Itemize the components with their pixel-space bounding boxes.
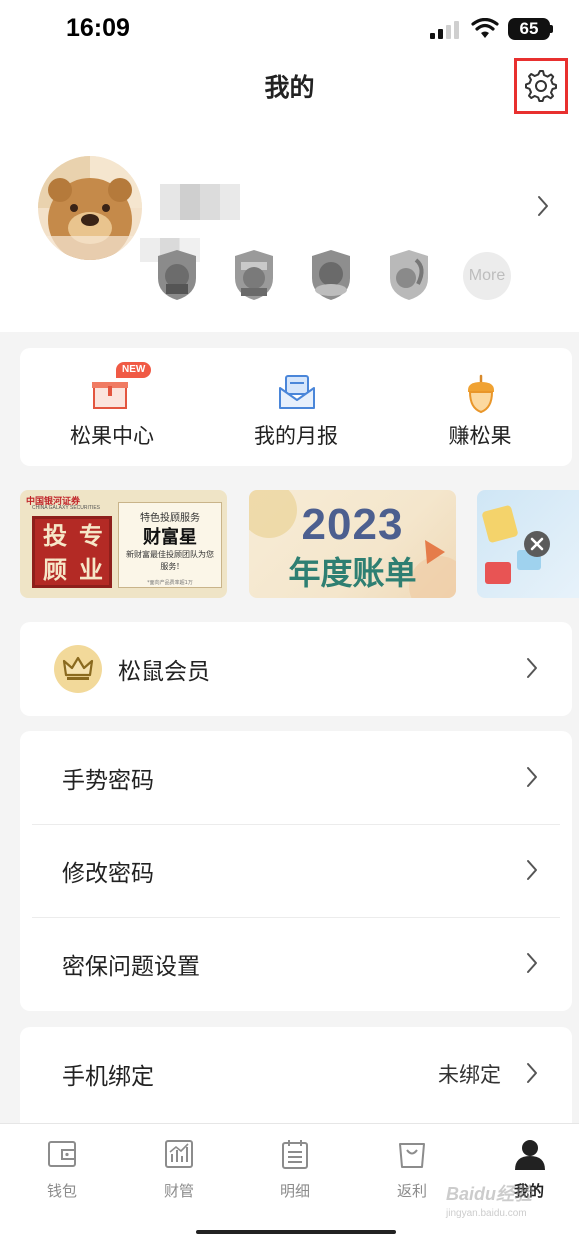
more-badges-button[interactable]: More [463,252,511,300]
tab-details[interactable]: 明细 [237,1124,353,1234]
row-label: 手势密码 [62,768,154,794]
annual-bill-title: 年度账单 [288,554,417,592]
quick-action-pinecone-center[interactable]: NEW 松果中心 [20,348,204,466]
change-password-row[interactable]: 修改密码 [20,824,572,917]
tab-wealth[interactable]: 财管 [121,1124,237,1234]
chart-icon [165,1140,193,1168]
squirrel-badge-2-icon[interactable] [231,248,277,302]
page-title: 我的 [264,73,315,102]
row-label: 手机绑定 [62,1064,154,1090]
acorn-icon [468,374,494,414]
bear-avatar-image [38,156,142,260]
vip-label: 松鼠会员 [118,659,210,685]
seal-char: 业 [79,556,103,584]
vip-membership-row[interactable]: 松鼠会员 [20,622,572,716]
banner-paper-card: 特色投顾服务 财富星 新财富最佳投顾团队为您服务! *面向产品费率超1万 [118,502,222,588]
username-blurred [160,184,240,220]
status-time: 16:09 [66,14,130,42]
chevron-right-icon [538,196,548,216]
squirrel-badge-1-icon[interactable] [154,248,200,302]
chevron-right-icon [527,860,537,880]
list-icon [282,1140,308,1169]
settings-button[interactable] [514,58,568,114]
quick-action-monthly-report[interactable]: 我的月报 [204,348,388,466]
user-icon [515,1140,545,1170]
battery-tip [550,25,553,33]
gear-icon [525,70,557,102]
galaxy-logo-english: CHINA GALAXY SECURITIES [32,505,100,511]
crown-icon [62,656,94,680]
phone-binding-row[interactable]: 手机绑定 未绑定 [20,1027,572,1120]
gesture-password-row[interactable]: 手势密码 [20,731,572,824]
close-icon [530,537,544,551]
tab-wallet[interactable]: 钱包 [4,1124,120,1234]
quick-action-label: 我的月报 [254,424,338,448]
row-label: 密保问题设置 [62,954,200,980]
page-header: 我的 [0,58,579,118]
squirrel-badge-4-icon[interactable] [386,248,432,302]
annual-year: 2023 [301,500,404,549]
watermark-text: Baidu经验 [446,1184,533,1204]
security-settings-card: 手势密码 修改密码 密保问题设置 [20,731,572,1011]
status-bar: 16:09 65 [0,0,579,58]
phone-binding-card: 手机绑定 未绑定 [20,1027,572,1137]
tab-label: 钱包 [46,1182,77,1200]
row-label: 修改密码 [62,861,154,887]
phone-binding-status: 未绑定 [438,1063,501,1087]
seal-char: 专 [79,522,103,550]
annual-bill-banner[interactable]: 2023 年度账单 [249,490,456,598]
seal-char: 投 [43,522,67,550]
chevron-right-icon [527,1063,537,1083]
battery-indicator: 65 [508,18,550,40]
home-indicator [196,1230,396,1234]
watermark-subtext: jingyan.baidu.com [446,1208,527,1219]
security-question-row[interactable]: 密保问题设置 [20,917,572,1010]
banner-line-1: 特色投顾服务 [140,513,200,524]
tab-label: 明细 [279,1182,310,1200]
galaxy-securities-banner[interactable]: 中国银河证券 CHINA GALAXY SECURITIES 投 专 顾 业 特… [20,490,227,598]
quick-actions-card: NEW 松果中心 我的月报 赚松果 [20,348,572,466]
seal-char: 顾 [43,556,67,584]
banner-note: *面向产品费率超1万 [147,580,193,586]
quick-action-label: 松果中心 [70,424,154,448]
envelope-icon [279,375,315,409]
chevron-right-icon [527,953,537,973]
banner-line-2: 财富星 [143,527,197,548]
quick-action-earn-pinecones[interactable]: 赚松果 [388,348,572,466]
chevron-right-icon [527,767,537,787]
seal-graphic: 投 专 顾 业 [32,516,112,588]
quick-action-label: 赚松果 [448,424,512,448]
crown-badge [54,645,102,693]
cellular-signal-icon [430,21,459,39]
chevron-right-icon [527,658,537,678]
avatar[interactable] [38,156,142,260]
gift-box-icon [92,382,128,409]
profile-section[interactable]: More [0,118,579,332]
wallet-icon [48,1141,76,1167]
bag-icon [399,1143,425,1168]
close-banner-button[interactable] [524,531,550,557]
watermark: Baidu经验 jingyan.baidu.com [446,1180,566,1224]
wifi-icon [471,18,499,38]
tab-label: 财管 [163,1182,194,1200]
banner-line-3: 新财富最佳投顾团队为您服务! [126,550,214,571]
squirrel-badge-3-icon[interactable] [308,248,354,302]
new-tag: NEW [116,362,152,378]
